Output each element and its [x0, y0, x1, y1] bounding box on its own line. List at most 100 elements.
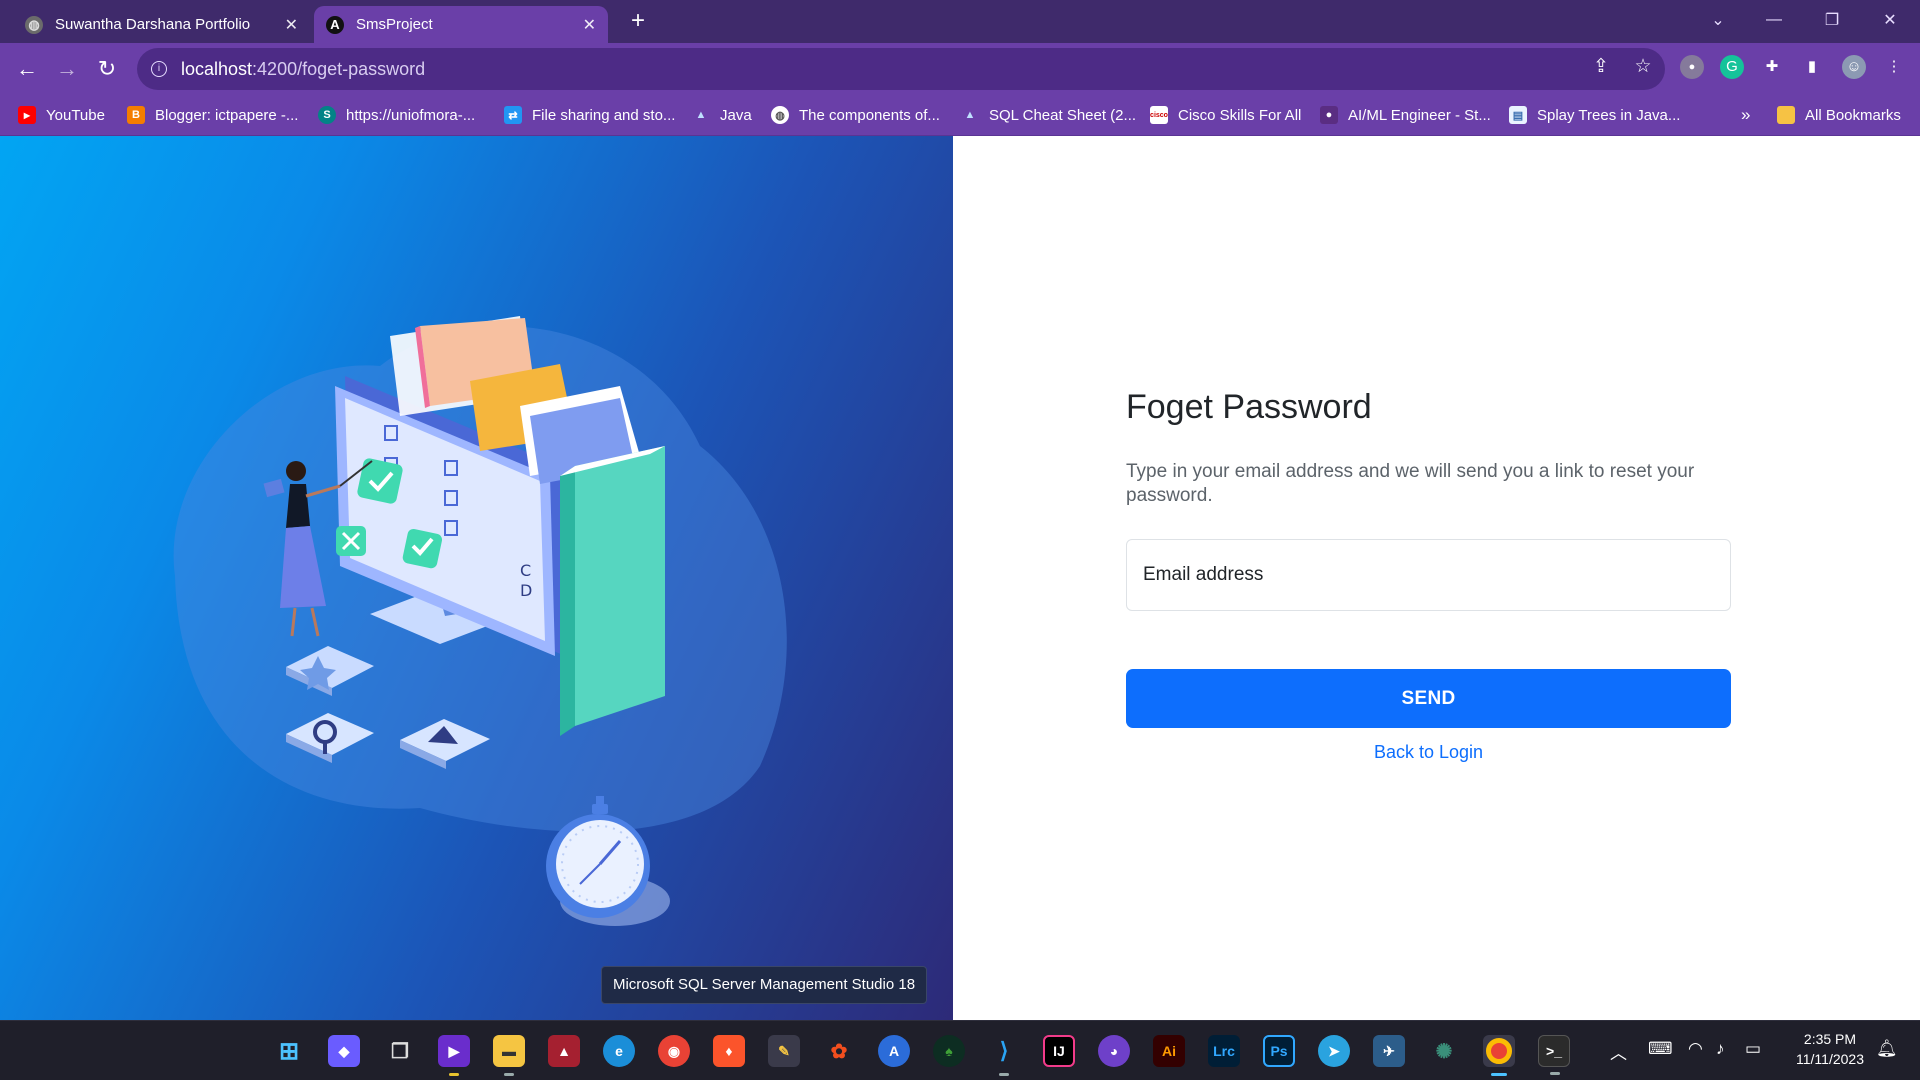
- angular-icon: A: [326, 15, 344, 34]
- extensions-puzzle-icon[interactable]: ✚: [1760, 55, 1784, 79]
- chrome-active-icon[interactable]: [1483, 1035, 1515, 1076]
- bookmark-file-sharing[interactable]: ⇄ File sharing and sto...: [504, 104, 675, 126]
- new-tab-button[interactable]: +: [624, 8, 652, 36]
- bookmark-label: https://uniofmora-...: [346, 106, 476, 124]
- bookmark-label: File sharing and sto...: [532, 106, 676, 124]
- bookmark-label: AI/ML Engineer - St...: [1348, 106, 1491, 124]
- chrome-icon[interactable]: ◉: [658, 1035, 690, 1067]
- bookmark-star-icon[interactable]: ☆: [1632, 56, 1654, 78]
- svg-text:C: C: [520, 561, 531, 580]
- address-bar[interactable]: i localhost:4200/foget-password: [137, 48, 1665, 90]
- clock[interactable]: 2:35 PM 11/11/2023: [1780, 1029, 1880, 1069]
- lightroom-icon[interactable]: Lrc: [1208, 1035, 1240, 1067]
- edge-icon[interactable]: e: [603, 1035, 635, 1067]
- visual-studio-icon[interactable]: ▶: [438, 1035, 470, 1076]
- email-field[interactable]: [1126, 539, 1731, 611]
- cisco-icon: cisco: [1150, 106, 1168, 124]
- figma-icon[interactable]: ✿: [823, 1035, 855, 1067]
- clock-date: 11/11/2023: [1796, 1051, 1864, 1067]
- bookmarks-bar: ▶ YouTube B Blogger: ictpapere -... Shttps…: [0, 95, 1920, 136]
- copilot-icon[interactable]: ◆: [328, 1035, 360, 1067]
- grammarly-icon[interactable]: G: [1720, 55, 1744, 79]
- bookmark-youtube[interactable]: ▶ YouTube: [18, 104, 105, 126]
- sharepoint-icon: S: [318, 106, 336, 124]
- mysql-workbench-icon[interactable]: ✈: [1373, 1035, 1405, 1067]
- tab-strip: ◍ Suwantha Darshana Portfolio ✕ A SmsPro…: [0, 0, 1920, 43]
- github-icon[interactable]: ◕: [1098, 1035, 1130, 1067]
- bookmark-label: Cisco Skills For All: [1178, 106, 1302, 124]
- all-bookmarks-button[interactable]: All Bookmarks: [1777, 104, 1901, 126]
- bookmark-uniofmora[interactable]: Shttps://uniofmora-...: [318, 104, 475, 126]
- photoshop-icon[interactable]: Ps: [1263, 1035, 1295, 1067]
- sql-server-icon[interactable]: ▲: [548, 1035, 580, 1067]
- forward-button[interactable]: →: [51, 53, 83, 85]
- hero-illustration-panel: C D Microsoft SQL Server Management Stud…: [0, 136, 953, 1020]
- back-button[interactable]: ←: [11, 53, 43, 85]
- site-info-icon[interactable]: i: [151, 61, 167, 77]
- telegram-icon[interactable]: ➤: [1318, 1035, 1350, 1067]
- profile-avatar-icon[interactable]: ☺: [1842, 55, 1866, 79]
- side-panel-icon[interactable]: ▮: [1800, 55, 1824, 79]
- doc-icon: ▤: [1509, 106, 1527, 124]
- vscode-icon[interactable]: ⟩: [988, 1035, 1020, 1076]
- restore-button[interactable]: ❐: [1804, 0, 1860, 40]
- tab-title: Suwantha Darshana Portfolio: [55, 16, 251, 33]
- close-icon[interactable]: ✕: [285, 15, 298, 35]
- mongodb-icon[interactable]: ♠: [933, 1035, 965, 1067]
- file-explorer-icon[interactable]: ▬: [493, 1035, 525, 1076]
- minimize-button[interactable]: —: [1746, 0, 1802, 40]
- bookmark-sql-cheat-sheet[interactable]: ▲ SQL Cheat Sheet (2...: [961, 104, 1136, 126]
- bookmark-label: Splay Trees in Java...: [1537, 106, 1681, 124]
- share-icon[interactable]: ⇪: [1590, 56, 1612, 78]
- bookmark-label: Blogger: ictpapere -...: [155, 106, 299, 124]
- tab-smsproject[interactable]: A SmsProject ✕: [314, 6, 608, 43]
- send-button[interactable]: SEND: [1126, 669, 1731, 728]
- bookmark-label: Java: [720, 106, 752, 124]
- close-window-button[interactable]: ✕: [1862, 0, 1918, 40]
- browser-toolbar: ← → ↻ i localhost:4200/foget-password ⇪ …: [0, 43, 1920, 95]
- app-store-icon[interactable]: A: [878, 1035, 910, 1067]
- menu-kebab-icon[interactable]: ⋮: [1882, 55, 1906, 79]
- intellij-icon[interactable]: IJ: [1043, 1035, 1075, 1067]
- bookmark-label: The components of...: [799, 106, 940, 124]
- tab-portfolio[interactable]: ◍ Suwantha Darshana Portfolio ✕: [13, 6, 310, 43]
- back-to-login-link[interactable]: Back to Login: [1126, 742, 1731, 763]
- start-windows-icon[interactable]: ⊞: [273, 1035, 305, 1067]
- ai-icon: ●: [1320, 106, 1338, 124]
- show-hidden-icons-icon[interactable]: ︿: [1610, 1039, 1627, 1064]
- bookmark-label: YouTube: [46, 106, 105, 124]
- hero-illustration: C D: [173, 316, 787, 926]
- reload-button[interactable]: ↻: [91, 53, 123, 85]
- task-view-icon[interactable]: ❐: [384, 1035, 416, 1067]
- bookmark-splay-trees[interactable]: ▤ Splay Trees in Java...: [1509, 104, 1680, 126]
- bookmark-cisco[interactable]: cisco Cisco Skills For All: [1150, 104, 1301, 126]
- extension-icon[interactable]: ●: [1680, 55, 1704, 79]
- tab-search-icon[interactable]: ⌄: [1690, 0, 1746, 40]
- page-title: Foget Password: [1126, 388, 1372, 426]
- tab-title: SmsProject: [356, 16, 433, 33]
- bookmarks-overflow-button[interactable]: »: [1741, 104, 1750, 126]
- brave-icon[interactable]: ♦: [713, 1035, 745, 1067]
- volume-icon[interactable]: ♪: [1716, 1039, 1725, 1059]
- page-description: Type in your email address and we will s…: [1126, 461, 1695, 506]
- terminal-icon[interactable]: >_: [1538, 1035, 1570, 1075]
- chatgpt-icon[interactable]: ✺: [1428, 1035, 1460, 1067]
- bookmark-blogger[interactable]: B Blogger: ictpapere -...: [127, 104, 298, 126]
- keyboard-icon[interactable]: ⌨: [1648, 1039, 1673, 1059]
- wifi-icon[interactable]: ◠: [1688, 1039, 1703, 1059]
- ssms-icon[interactable]: ✎: [768, 1035, 800, 1067]
- url-path: :4200/foget-password: [252, 58, 426, 79]
- bookmark-aiml-engineer[interactable]: ● AI/ML Engineer - St...: [1320, 104, 1491, 126]
- globe-icon: ◍: [771, 106, 789, 124]
- bookmark-components[interactable]: ◍ The components of...: [771, 104, 940, 126]
- file-share-icon: ⇄: [504, 106, 522, 124]
- notification-bell-icon[interactable]: 🔔︎: [1876, 1039, 1898, 1059]
- illustrator-icon[interactable]: Ai: [1153, 1035, 1185, 1067]
- close-icon[interactable]: ✕: [583, 15, 596, 35]
- youtube-icon: ▶: [18, 106, 36, 124]
- battery-icon[interactable]: ▭: [1745, 1039, 1761, 1059]
- mountain-icon: ▲: [964, 109, 976, 121]
- bookmark-java[interactable]: ▲ Java: [692, 104, 752, 126]
- globe-icon: ◍: [25, 15, 43, 34]
- blogger-icon: B: [127, 106, 145, 124]
